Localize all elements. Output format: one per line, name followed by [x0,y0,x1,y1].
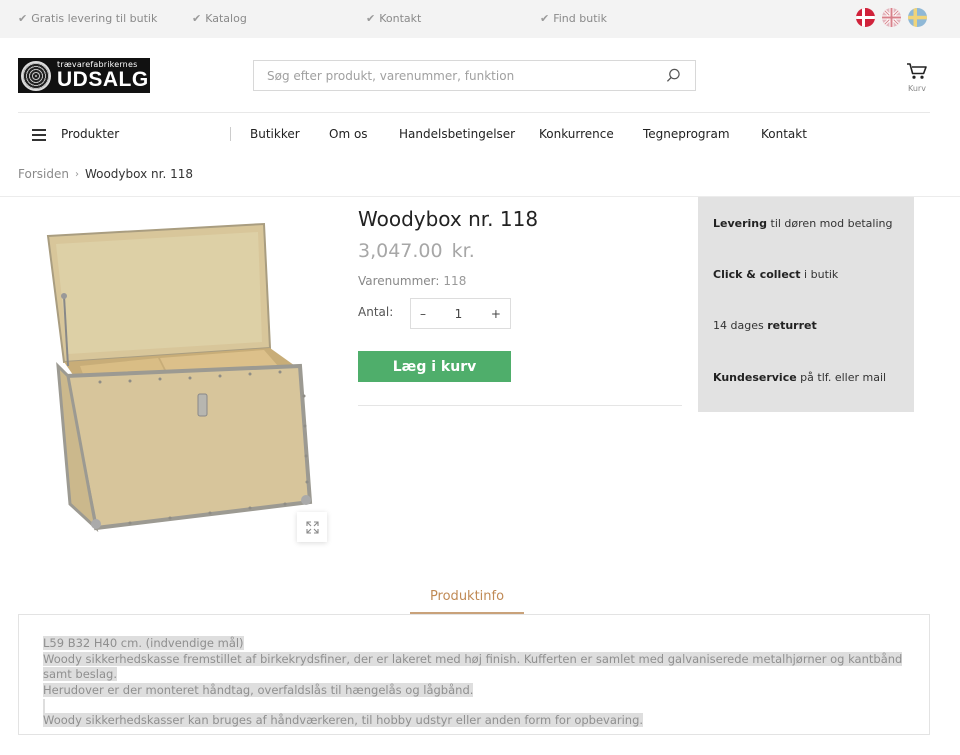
checkmark-icon: ✔ [366,12,376,25]
cart-button[interactable]: Kurv [904,62,930,93]
service-delivery: Levering til døren mod betaling [713,217,893,230]
service-info-box: Levering til døren mod betaling Click & … [698,197,914,412]
breadcrumb: Forsiden › Woodybox nr. 118 [18,167,193,181]
nav-item-butikker[interactable]: Butikker [250,127,300,141]
description-line: Woody sikkerhedskasser kan bruges af hån… [43,713,644,727]
nav-item-handelsbetingelser[interactable]: Handelsbetingelser [399,127,515,141]
sku-value: 118 [443,274,467,288]
swedish-flag-icon[interactable] [908,8,927,27]
usp-contact[interactable]: ✔ Kontakt [366,12,421,25]
danish-flag-icon[interactable] [856,8,875,27]
divider [358,405,682,406]
sku-label: Varenummer: [358,274,440,288]
usp-label: Gratis levering til butik [31,12,158,25]
usp-label[interactable]: Kontakt [379,12,421,25]
description-line: L59 B32 H40 cm. (indvendige mål) [43,636,244,650]
product-sku: Varenummer: 118 [358,274,466,288]
service-customer-service: Kundeservice på tlf. eller mail [713,371,887,384]
description-blank-line [43,699,45,713]
cart-icon [907,63,927,79]
quantity-label: Antal: [358,305,394,319]
nav-item-kontakt[interactable]: Kontakt [761,127,807,141]
description-line: Herudover er der monteret håndtag, overf… [43,682,474,697]
expand-icon [305,520,319,534]
service-returns: 14 dages returret [713,319,817,332]
checkmark-icon: ✔ [192,12,202,25]
quantity-stepper: – 1 + [410,298,511,329]
nav-divider [230,127,231,141]
breadcrumb-home[interactable]: Forsiden [18,167,69,181]
nav-item-konkurrence[interactable]: Konkurrence [539,127,614,141]
cart-label: Kurv [908,84,926,93]
nav-item-tegneprogram[interactable]: Tegneprogram [643,127,730,141]
site-logo[interactable]: trævarefabrikernes UDSALG [18,58,150,93]
nav-item-om-os[interactable]: Om os [329,127,368,141]
quantity-input[interactable]: 1 [455,307,463,321]
quantity-increase-button[interactable]: + [491,307,501,321]
checkmark-icon: ✔ [540,12,550,25]
hamburger-menu-icon[interactable] [32,129,46,141]
uk-flag-icon[interactable] [882,8,901,27]
breadcrumb-current: Woodybox nr. 118 [84,167,193,181]
product-price: 3,047.00 kr. [358,240,475,262]
logo-seal-icon [21,60,51,91]
checkmark-icon: ✔ [18,12,28,25]
tab-produktinfo[interactable]: Produktinfo [410,589,524,614]
nav-products[interactable]: Produkter [61,127,119,141]
search-input[interactable] [254,61,644,90]
description-line: Woody sikkerhedskasse fremstillet af bir… [43,651,903,681]
add-to-cart-button[interactable]: Læg i kurv [358,351,511,382]
usp-label[interactable]: Katalog [205,12,247,25]
quantity-decrease-button[interactable]: – [420,307,426,321]
search-icon[interactable] [666,68,681,83]
usp-catalog[interactable]: ✔ Katalog [192,12,247,25]
usp-label[interactable]: Find butik [553,12,607,25]
zoom-button[interactable] [297,512,327,542]
usp-free-delivery: ✔ Gratis levering til butik [18,12,157,25]
service-click-collect: Click & collect i butik [713,268,839,281]
product-description: L59 B32 H40 cm. (indvendige mål) Woody s… [18,614,930,735]
product-title: Woodybox nr. 118 [358,207,539,231]
top-bar: ✔ Gratis levering til butik ✔ Katalog ✔ … [0,0,960,38]
main-navigation: Produkter Butikker Om os Handelsbetingel… [18,112,930,156]
search-bar [253,60,696,91]
usp-find-store[interactable]: ✔ Find butik [540,12,607,25]
logo-big-text: UDSALG [57,68,149,91]
chevron-right-icon: › [74,168,79,180]
product-image[interactable] [40,216,320,536]
